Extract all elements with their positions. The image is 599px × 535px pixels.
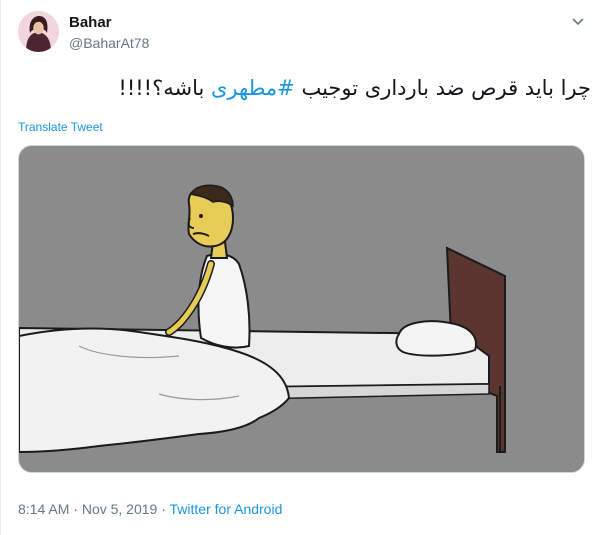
tweet-media-image[interactable] bbox=[18, 145, 585, 473]
tweet-text-after: باشه؟!!!! bbox=[118, 76, 211, 100]
chevron-down-icon[interactable] bbox=[568, 12, 588, 32]
tweet-time[interactable]: 8:14 AM bbox=[18, 501, 69, 517]
tweet-text-before: چرا باید قرص ضد بارداری توجیب bbox=[294, 76, 591, 100]
hashtag-link[interactable]: #مطهری bbox=[211, 76, 295, 100]
tweet-meta: 8:14 AM · Nov 5, 2019 · Twitter for Andr… bbox=[18, 501, 282, 517]
separator: · bbox=[69, 501, 82, 517]
pillow bbox=[395, 320, 477, 357]
tweet-source[interactable]: Twitter for Android bbox=[170, 501, 283, 517]
avatar[interactable] bbox=[18, 11, 59, 52]
translate-tweet-link[interactable]: Translate Tweet bbox=[18, 120, 103, 134]
tweet-date[interactable]: Nov 5, 2019 bbox=[82, 501, 158, 517]
separator: · bbox=[157, 501, 170, 517]
tweet-card: Bahar @BaharAt78 چرا باید قرص ضد بارداری… bbox=[0, 0, 599, 535]
user-handle[interactable]: @BaharAt78 bbox=[69, 35, 149, 51]
display-name[interactable]: Bahar bbox=[69, 14, 112, 31]
tweet-text: چرا باید قرص ضد بارداری توجیب #مطهری باش… bbox=[101, 74, 591, 102]
